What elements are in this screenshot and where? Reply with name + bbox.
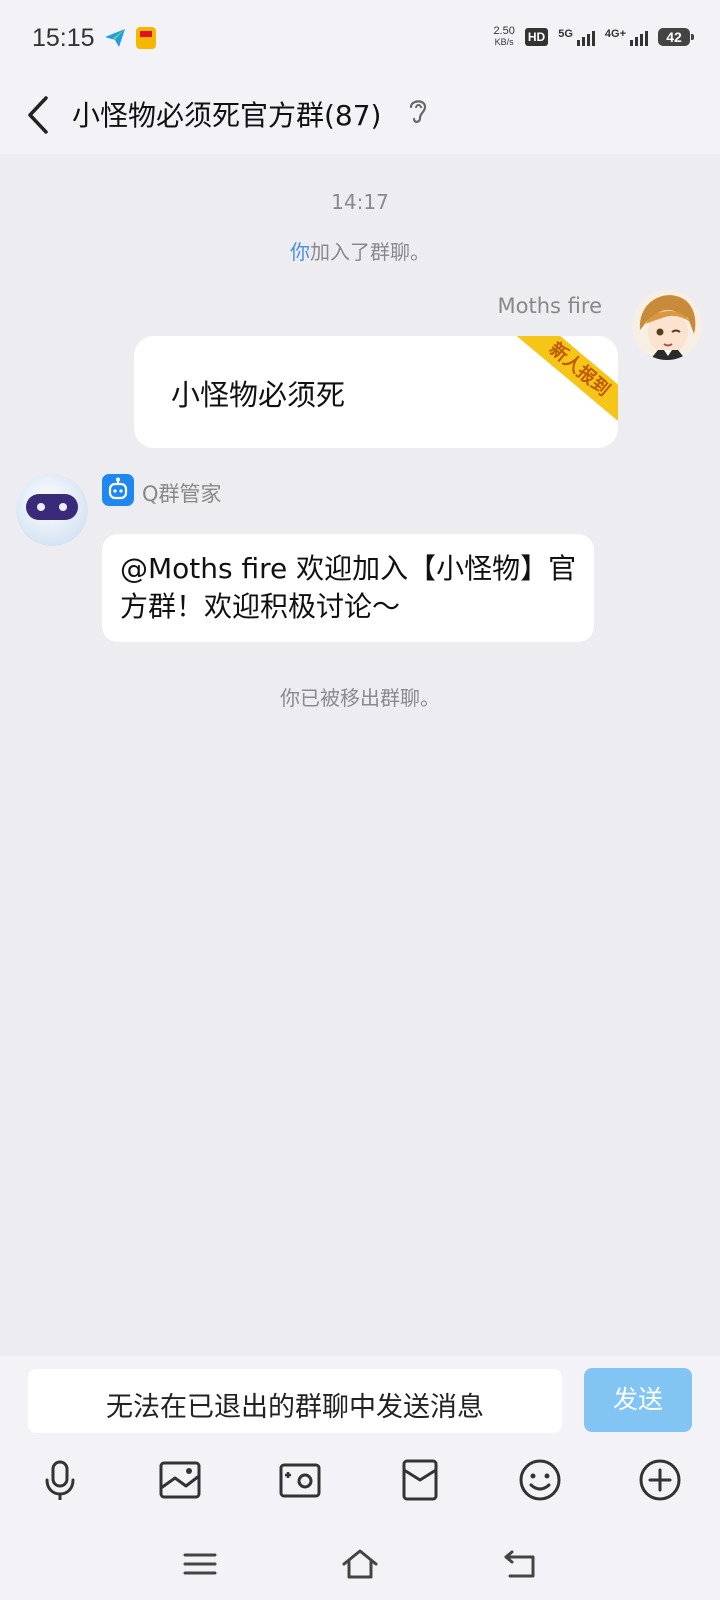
status-time: 15:15 — [32, 24, 95, 52]
outgoing-sender-name: Moths fire — [497, 294, 602, 318]
sim1-network: 5G — [558, 28, 573, 40]
paper-plane-app-icon — [105, 29, 125, 47]
emoji-icon[interactable] — [516, 1456, 564, 1504]
outgoing-message-bubble[interactable]: 小怪物必须死 新人报到 — [134, 336, 618, 448]
home-icon[interactable] — [340, 1546, 380, 1582]
avatar-illustration — [632, 290, 702, 360]
signal-sim1-icon: 5G — [558, 28, 595, 46]
incoming-sender-name: Q群管家 — [142, 482, 222, 506]
robot-icon — [102, 474, 134, 506]
sim2-network: 4G+ — [604, 28, 626, 40]
newcomer-badge: 新人报到 — [512, 336, 618, 429]
incoming-message-bubble[interactable]: @Moths fire 欢迎加入【小怪物】官方群！欢迎积极讨论～ — [102, 534, 594, 642]
bot-visor — [26, 494, 78, 520]
back-nav-icon[interactable] — [500, 1546, 540, 1582]
join-notice-you[interactable]: 你 — [290, 240, 310, 264]
ear-icon[interactable] — [406, 96, 430, 126]
incoming-message-text: @Moths fire 欢迎加入【小怪物】官方群！欢迎积极讨论～ — [120, 552, 577, 623]
net-speed-value: 2.50 — [493, 25, 515, 37]
back-arrow-icon[interactable] — [20, 92, 60, 138]
chat-header: 小怪物必须死官方群(87) — [0, 78, 720, 154]
message-input-placeholder: 无法在已退出的群聊中发送消息 — [106, 1392, 484, 1423]
message-input[interactable]: 无法在已退出的群聊中发送消息 — [28, 1369, 562, 1433]
red-packet-icon[interactable] — [396, 1456, 444, 1504]
camera-icon[interactable] — [276, 1456, 324, 1504]
chat-area[interactable]: 14:17 你加入了群聊。 Moths fire 小怪物必须死 新人报到 Q群管… — [0, 154, 720, 1356]
menu-icon[interactable] — [180, 1546, 220, 1582]
group-title: 小怪物必须死官方群(87) — [72, 99, 382, 132]
message-timestamp: 14:17 — [331, 190, 389, 214]
microphone-icon[interactable] — [36, 1456, 84, 1504]
plus-icon[interactable] — [636, 1456, 684, 1504]
net-speed: 2.50 KB/s — [493, 26, 514, 48]
join-notice-text: 加入了群聊。 — [310, 240, 430, 264]
game-app-icon — [136, 27, 156, 49]
removed-notice: 你已被移出群聊。 — [280, 686, 440, 710]
outgoing-message-text: 小怪物必须死 — [171, 378, 346, 412]
signal-sim2-icon: 4G+ — [605, 28, 648, 46]
image-icon[interactable] — [156, 1456, 204, 1504]
join-notice: 你加入了群聊。 — [0, 236, 720, 265]
net-speed-unit: KB/s — [494, 37, 514, 47]
battery-icon: 42 — [658, 28, 694, 46]
status-bar: 15:15 2.50 KB/s HD 5G 4G+ 42 — [0, 0, 720, 78]
bot-avatar[interactable] — [16, 474, 88, 546]
avatar[interactable] — [632, 290, 702, 360]
composer-panel: 无法在已退出的群聊中发送消息 发送 — [0, 1356, 720, 1600]
hd-badge: HD — [524, 28, 549, 46]
status-indicators: 2.50 KB/s HD 5G 4G+ 42 — [493, 26, 694, 48]
send-button[interactable]: 发送 — [584, 1368, 692, 1432]
